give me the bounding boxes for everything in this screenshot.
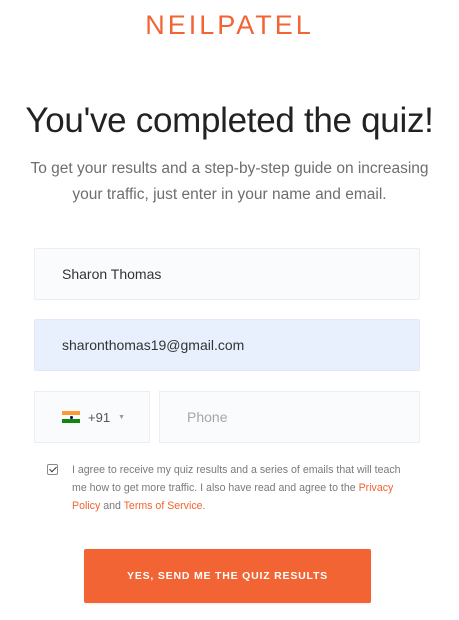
submit-button[interactable]: YES, SEND ME THE QUIZ RESULTS — [84, 549, 371, 603]
name-field[interactable]: Sharon Thomas — [34, 248, 420, 300]
email-field[interactable]: sharonthomas19@gmail.com — [34, 319, 420, 371]
chevron-down-icon: ▼ — [118, 413, 125, 421]
country-code-select[interactable]: +91 ▼ — [34, 391, 150, 443]
consent-checkbox[interactable] — [47, 464, 58, 475]
phone-field-placeholder: Phone — [187, 409, 228, 425]
consent-text: I agree to receive my quiz results and a… — [72, 461, 412, 515]
page-subtitle: To get your results and a step-by-step g… — [30, 160, 429, 203]
name-field-value: Sharon Thomas — [62, 266, 162, 282]
india-flag-icon — [62, 410, 80, 424]
consent-text-and: and — [100, 500, 124, 512]
submit-button-label: YES, SEND ME THE QUIZ RESULTS — [127, 570, 328, 582]
consent-text-body: I agree to receive my quiz results and a… — [72, 464, 401, 494]
email-field-value: sharonthomas19@gmail.com — [62, 337, 245, 353]
country-code-value: +91 — [88, 409, 111, 425]
page-title: You've completed the quiz! — [25, 101, 434, 140]
consent-text-end: . — [202, 500, 206, 512]
phone-field[interactable]: Phone — [159, 391, 420, 443]
neilpatel-logo[interactable]: NEILPATEL — [0, 10, 459, 41]
terms-of-service-link[interactable]: Terms of Service — [124, 500, 203, 512]
